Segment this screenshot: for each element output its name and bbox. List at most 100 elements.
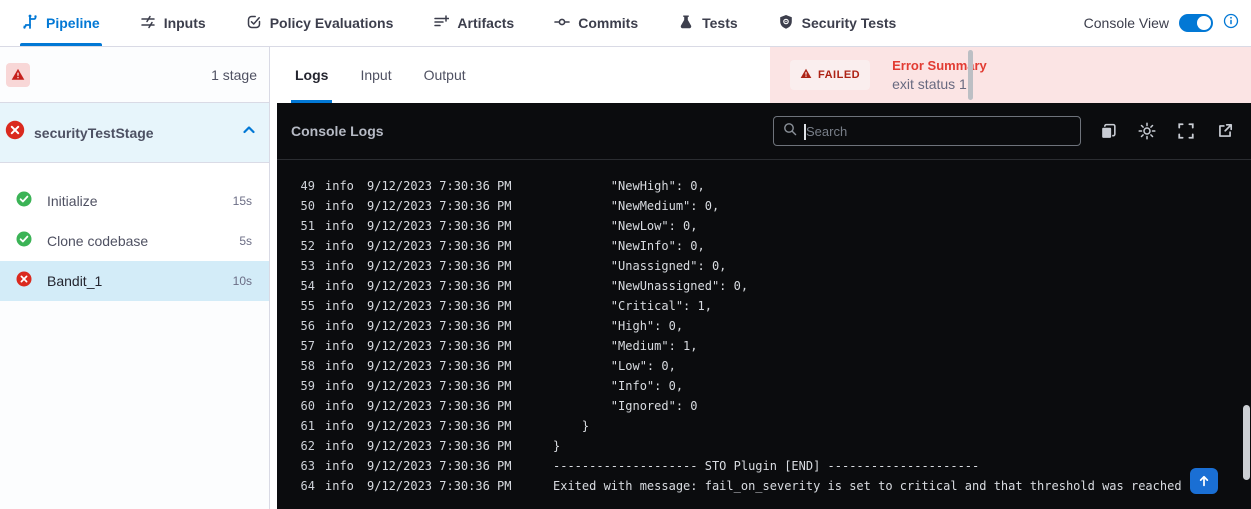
stage-name: securityTestStage	[34, 125, 154, 141]
log-line-number: 55	[297, 299, 315, 313]
log-timestamp: 9/12/2023 7:30:36 PM	[367, 399, 553, 413]
log-line-number: 51	[297, 219, 315, 233]
log-line: 58 info 9/12/2023 7:30:36 PM "Low": 0,	[277, 356, 1251, 376]
copy-icon[interactable]	[1098, 121, 1118, 141]
log-timestamp: 9/12/2023 7:30:36 PM	[367, 319, 553, 333]
fullscreen-icon[interactable]	[1176, 121, 1196, 141]
console-view-label: Console View	[1084, 15, 1169, 31]
policy-check-icon	[246, 14, 262, 33]
tab-security-tests[interactable]: Security Tests	[776, 0, 899, 46]
settings-icon[interactable]	[1137, 121, 1157, 141]
tab-tests[interactable]: Tests	[676, 0, 740, 46]
step-name: Bandit_1	[47, 273, 102, 289]
log-line: 62 info 9/12/2023 7:30:36 PM }	[277, 436, 1251, 456]
flask-icon	[678, 14, 694, 33]
tab-artifacts[interactable]: Artifacts	[431, 0, 516, 46]
console-logs-panel: Console Logs 49 info 9/12/2023 7:30:36 P…	[277, 103, 1251, 509]
console-view-toggle[interactable]	[1179, 14, 1213, 32]
log-line: 59 info 9/12/2023 7:30:36 PM "Info": 0,	[277, 376, 1251, 396]
log-line: 63 info 9/12/2023 7:30:36 PM -----------…	[277, 456, 1251, 476]
log-message: "NewInfo": 0,	[553, 239, 705, 253]
log-message: "Critical": 1,	[553, 299, 712, 313]
tab-output[interactable]: Output	[420, 47, 470, 103]
log-timestamp: 9/12/2023 7:30:36 PM	[367, 459, 553, 473]
log-line-number: 49	[297, 179, 315, 193]
chevron-up-icon[interactable]	[241, 122, 257, 143]
error-banner-scrollbar[interactable]	[968, 50, 973, 100]
inputs-icon	[140, 14, 156, 33]
log-level: info	[325, 479, 357, 493]
tab-pipeline[interactable]: Pipeline	[20, 0, 102, 46]
log-timestamp: 9/12/2023 7:30:36 PM	[367, 239, 553, 253]
log-line-number: 64	[297, 479, 315, 493]
log-message: "NewMedium": 0,	[553, 199, 719, 213]
log-line-number: 62	[297, 439, 315, 453]
log-timestamp: 9/12/2023 7:30:36 PM	[367, 419, 553, 433]
stage-count: 1 stage	[211, 67, 259, 83]
step-name: Initialize	[47, 193, 98, 209]
log-message: "NewUnassigned": 0,	[553, 279, 748, 293]
scroll-to-top-button[interactable]	[1190, 468, 1218, 494]
log-line: 60 info 9/12/2023 7:30:36 PM "Ignored": …	[277, 396, 1251, 416]
log-line-number: 60	[297, 399, 315, 413]
log-message: "NewLow": 0,	[553, 219, 698, 233]
tab-logs[interactable]: Logs	[291, 47, 332, 103]
log-timestamp: 9/12/2023 7:30:36 PM	[367, 439, 553, 453]
log-level: info	[325, 219, 357, 233]
log-lines: 49 info 9/12/2023 7:30:36 PM "NewHigh": …	[277, 160, 1251, 496]
log-level: info	[325, 339, 357, 353]
top-nav-tabs: Pipeline Inputs Policy Evaluations Artif…	[0, 0, 934, 46]
tab-output-label: Output	[424, 67, 466, 83]
console-scrollbar[interactable]	[1243, 405, 1250, 480]
log-message: }	[553, 419, 589, 433]
search-input[interactable]	[806, 124, 1056, 139]
log-level: info	[325, 199, 357, 213]
log-level: info	[325, 259, 357, 273]
log-level: info	[325, 459, 357, 473]
log-level: info	[325, 359, 357, 373]
log-line-number: 54	[297, 279, 315, 293]
log-line: 54 info 9/12/2023 7:30:36 PM "NewUnassig…	[277, 276, 1251, 296]
log-message: "Ignored": 0	[553, 399, 698, 413]
commit-icon	[554, 14, 570, 33]
search-icon	[782, 121, 798, 142]
failed-status-icon	[16, 271, 32, 292]
stage-error-indicator	[6, 63, 30, 87]
failed-badge: FAILED	[790, 60, 870, 90]
log-level: info	[325, 419, 357, 433]
tab-policy-evaluations[interactable]: Policy Evaluations	[244, 0, 396, 46]
log-search[interactable]	[773, 116, 1081, 146]
tab-commits[interactable]: Commits	[552, 0, 640, 46]
text-caret	[804, 124, 806, 140]
tab-input[interactable]: Input	[356, 47, 395, 103]
log-timestamp: 9/12/2023 7:30:36 PM	[367, 179, 553, 193]
stage-row-securityteststage[interactable]: securityTestStage	[0, 103, 269, 163]
log-line: 50 info 9/12/2023 7:30:36 PM "NewMedium"…	[277, 196, 1251, 216]
open-in-new-tab-icon[interactable]	[1215, 121, 1235, 141]
console-toolbar	[1098, 121, 1235, 141]
log-line-number: 61	[297, 419, 315, 433]
pipeline-execution-screen: Pipeline Inputs Policy Evaluations Artif…	[0, 0, 1251, 509]
tab-inputs[interactable]: Inputs	[138, 0, 208, 46]
console-title: Console Logs	[291, 123, 384, 139]
tab-security-tests-label: Security Tests	[802, 15, 897, 31]
log-line-number: 50	[297, 199, 315, 213]
step-duration: 15s	[233, 194, 252, 208]
step-row-clone-codebase[interactable]: Clone codebase 5s	[0, 221, 269, 261]
step-list: Initialize 15s Clone codebase 5s Bandit_…	[0, 163, 269, 301]
step-row-initialize[interactable]: Initialize 15s	[0, 181, 269, 221]
toggle-knob	[1197, 16, 1211, 30]
step-duration: 10s	[233, 274, 252, 288]
log-message: "Unassigned": 0,	[553, 259, 726, 273]
log-timestamp: 9/12/2023 7:30:36 PM	[367, 279, 553, 293]
info-icon[interactable]	[1223, 13, 1239, 34]
pipeline-icon	[22, 14, 38, 33]
step-row-bandit-1[interactable]: Bandit_1 10s	[0, 261, 269, 301]
failed-status-icon	[5, 120, 25, 145]
step-duration: 5s	[239, 234, 252, 248]
log-line: 56 info 9/12/2023 7:30:36 PM "High": 0,	[277, 316, 1251, 336]
log-line: 55 info 9/12/2023 7:30:36 PM "Critical":…	[277, 296, 1251, 316]
log-line-number: 56	[297, 319, 315, 333]
log-line-number: 53	[297, 259, 315, 273]
log-message: "Medium": 1,	[553, 339, 698, 353]
